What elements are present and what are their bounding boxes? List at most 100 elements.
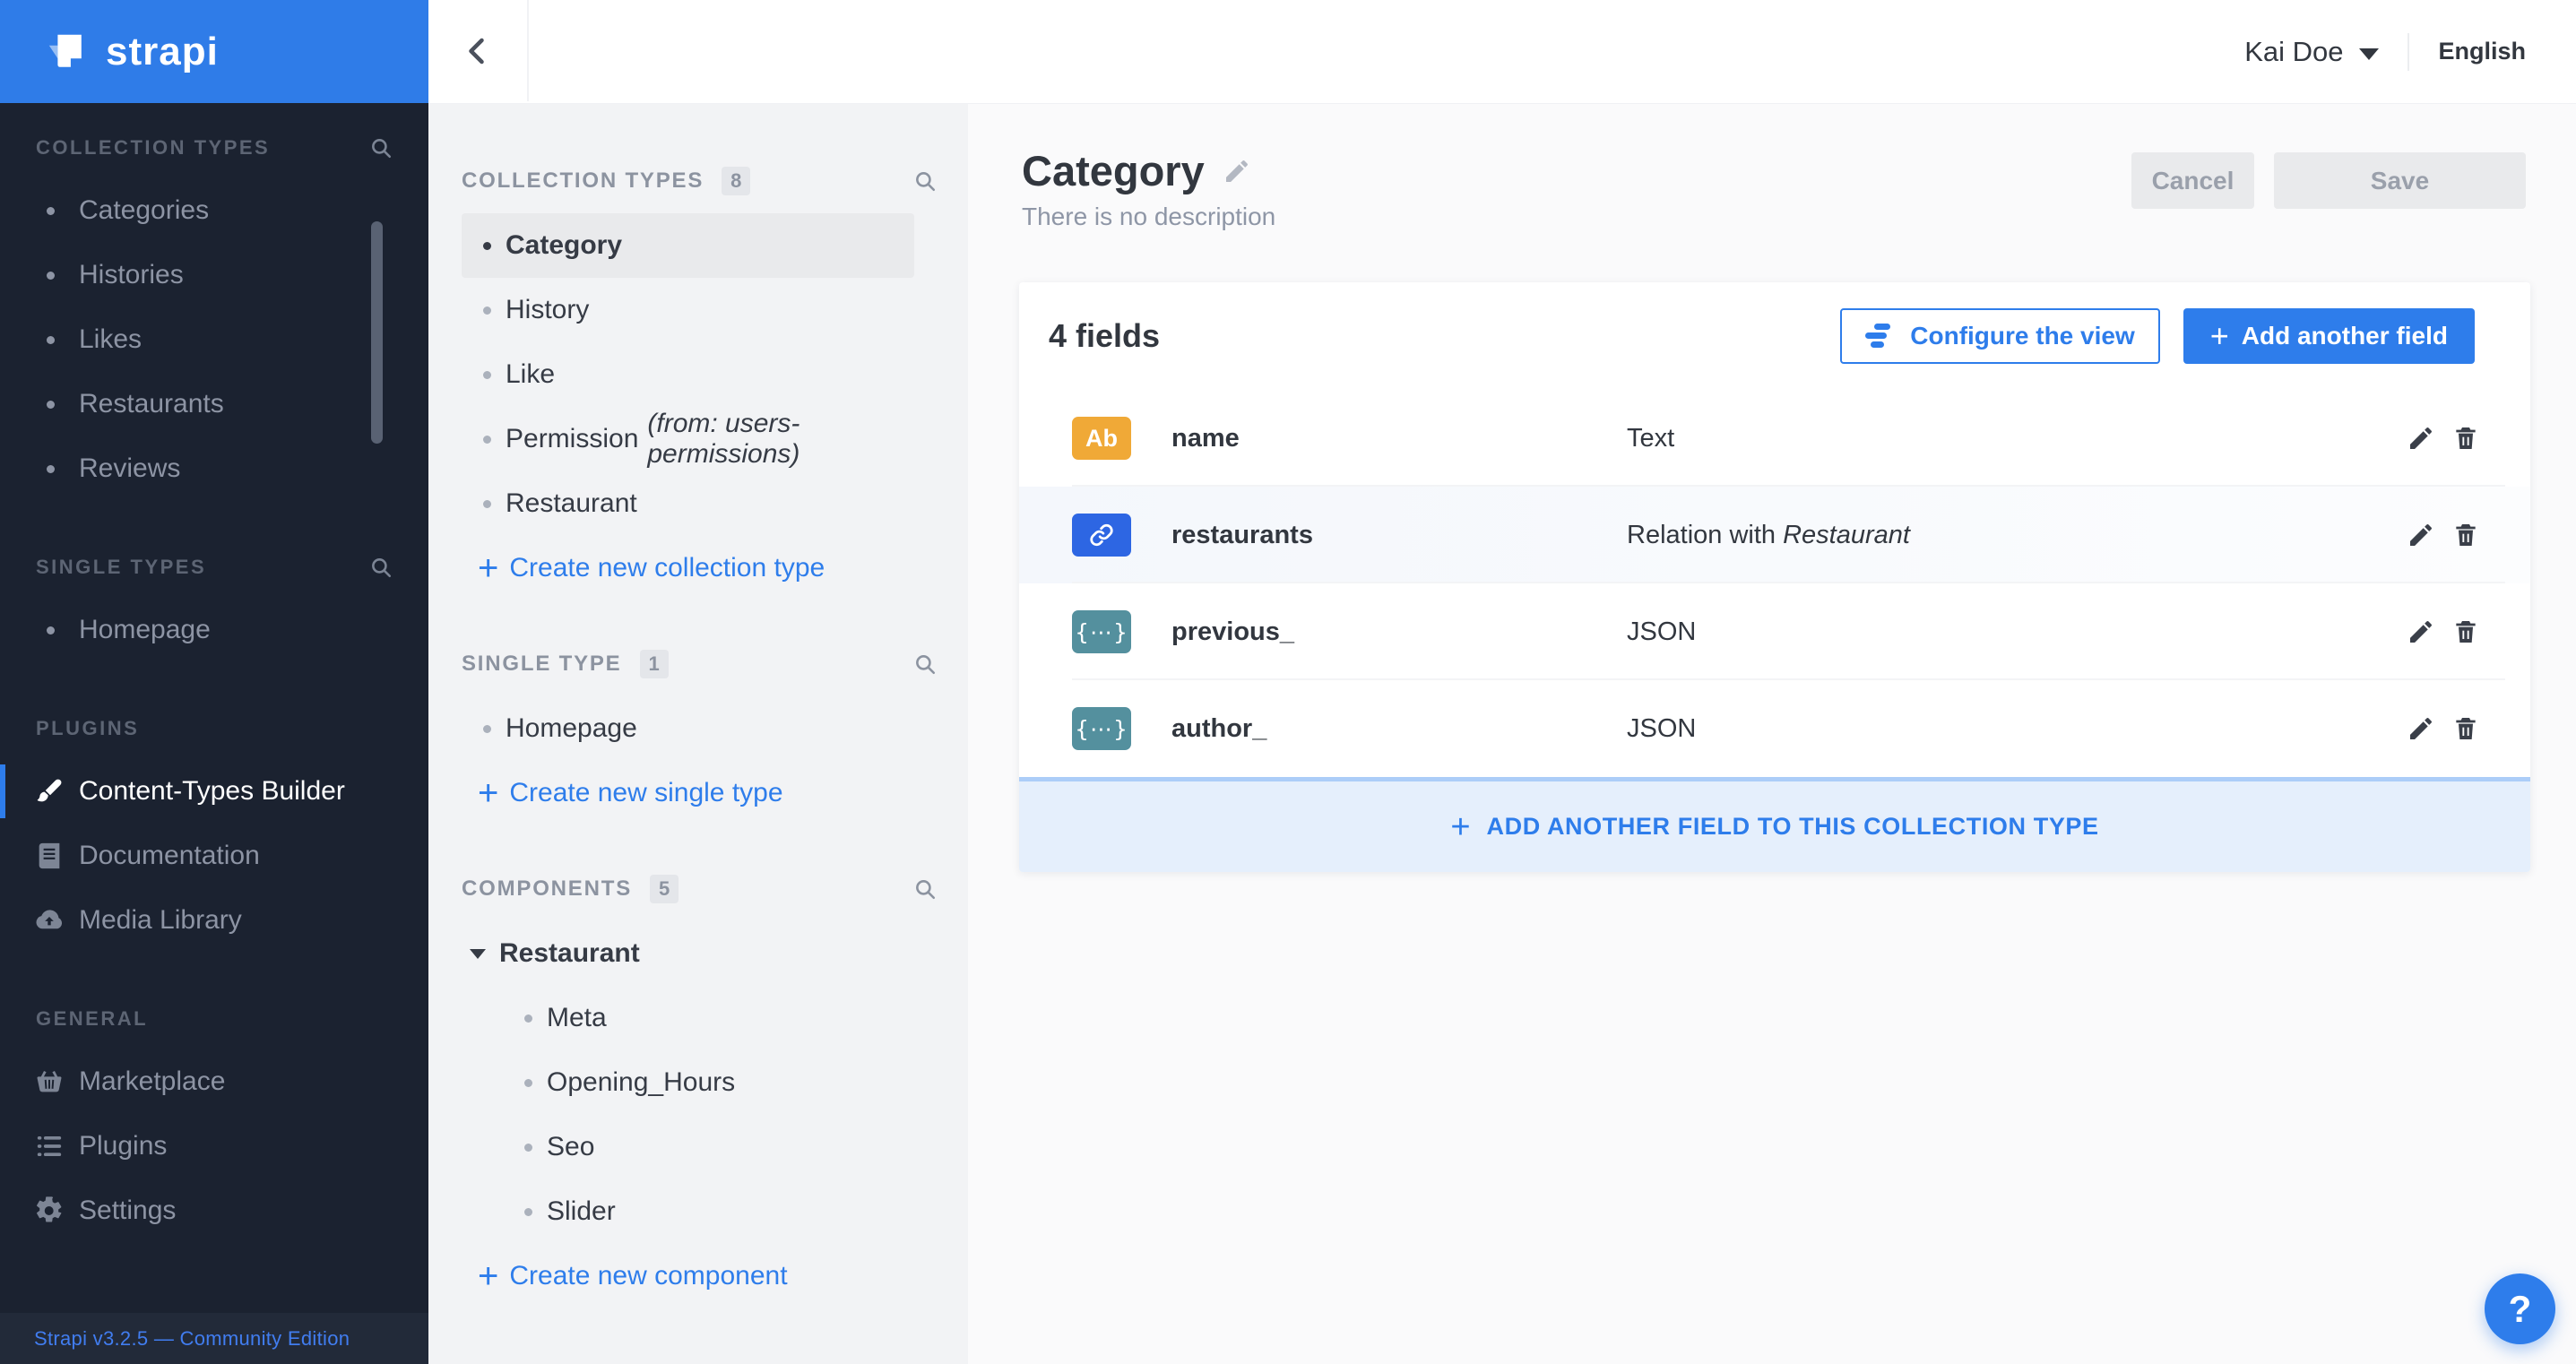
user-menu[interactable]: Kai Doe: [2244, 36, 2380, 68]
row-actions: [2407, 424, 2480, 453]
sidebar-item-label: Categories: [79, 195, 210, 225]
subnav-section-title: COMPONENTS: [462, 876, 633, 901]
action-label: Create new collection type: [509, 553, 826, 583]
subnav-item-category[interactable]: Category: [462, 213, 914, 278]
plus-icon: [478, 775, 498, 811]
sidebar-item-plugins[interactable]: Plugins: [0, 1114, 428, 1178]
edit-field-icon[interactable]: [2407, 521, 2435, 549]
sidebar-section-header-collection-types: COLLECTION TYPES: [0, 124, 428, 172]
configure-view-icon: [1865, 323, 1896, 350]
sidebar-item-categories[interactable]: Categories: [0, 178, 428, 243]
bullet-icon: [524, 1207, 532, 1216]
sidebar-item-reviews[interactable]: Reviews: [0, 436, 428, 501]
bullet-icon: [47, 271, 55, 280]
bullet-icon: [47, 335, 55, 344]
edit-title-icon[interactable]: [1223, 157, 1251, 186]
sidebar-item-label: Homepage: [79, 615, 211, 644]
topbar: Kai Doe English: [428, 0, 2576, 104]
sidebar-section-title: PLUGINS: [36, 717, 140, 739]
subnav-item-seo[interactable]: Seo: [462, 1115, 914, 1179]
search-icon[interactable]: [913, 169, 937, 193]
sidebar-section-header-general: GENERAL: [0, 995, 428, 1043]
field-type: JSON: [1627, 617, 1697, 646]
edit-field-icon[interactable]: [2407, 617, 2435, 646]
content-types-subnav: COLLECTION TYPES 8 Category History Like Perm…: [428, 103, 968, 1364]
book-icon: [34, 841, 65, 871]
sidebar-item-homepage[interactable]: Homepage: [0, 598, 428, 662]
basket-icon: [34, 1066, 65, 1097]
delete-field-icon[interactable]: [2451, 714, 2480, 743]
search-icon[interactable]: [369, 136, 393, 160]
bullet-icon: [47, 206, 55, 215]
search-icon[interactable]: [913, 652, 937, 676]
subnav-item-label: Seo: [547, 1132, 595, 1161]
locale-switcher[interactable]: English: [2438, 38, 2526, 65]
subnav-item-restaurant[interactable]: Restaurant: [462, 921, 914, 986]
save-button[interactable]: Save: [2274, 152, 2526, 209]
search-icon[interactable]: [369, 556, 393, 579]
fields-count: 4 fields: [1049, 317, 1161, 354]
action-label: Create new single type: [509, 778, 783, 807]
edit-field-icon[interactable]: [2407, 424, 2435, 453]
plus-icon: [478, 550, 498, 586]
field-name: restaurants: [1171, 520, 1313, 549]
field-type: JSON: [1627, 713, 1697, 743]
sidebar-item-documentation[interactable]: Documentation: [0, 824, 428, 888]
subnav-item-opening-hours[interactable]: Opening_Hours: [462, 1050, 914, 1115]
sidebar-item-restaurants[interactable]: Restaurants: [0, 372, 428, 436]
sidebar-item-media-library[interactable]: Media Library: [0, 888, 428, 953]
delete-field-icon[interactable]: [2451, 521, 2480, 549]
sidebar-section-items: Marketplace Plugins Settings: [0, 1049, 428, 1243]
delete-field-icon[interactable]: [2451, 617, 2480, 646]
action-label: Create new component: [509, 1261, 788, 1291]
add-field-button[interactable]: Add another field: [2183, 308, 2475, 364]
edit-field-icon[interactable]: [2407, 714, 2435, 743]
action-create-new-collection-type[interactable]: Create new collection type: [478, 536, 968, 600]
main-content: Category There is no description Cancel …: [968, 103, 2576, 1364]
sidebar-item-content-types-builder[interactable]: Content-Types Builder: [0, 759, 428, 824]
bullet-icon: [47, 464, 55, 473]
sidebar-section-items: Homepage: [0, 598, 428, 662]
sidebar-item-label: Reviews: [79, 453, 181, 483]
sidebar-item-label: Marketplace: [79, 1066, 226, 1096]
cancel-button[interactable]: Cancel: [2131, 152, 2254, 209]
subnav-item-slider[interactable]: Slider: [462, 1179, 914, 1244]
chevron-down-icon: [2359, 47, 2380, 60]
subnav-item-like[interactable]: Like: [462, 342, 914, 407]
sidebar-item-likes[interactable]: Likes: [0, 307, 428, 372]
subnav-item-permission[interactable]: Permission (from: users-permissions): [462, 407, 914, 471]
subnav-item-restaurant[interactable]: Restaurant: [462, 471, 914, 536]
sidebar-item-label: Media Library: [79, 905, 242, 935]
main-sidebar: strapi COLLECTION TYPES Categories Histori…: [0, 0, 428, 1364]
sidebar-scrollbar-thumb[interactable]: [371, 221, 383, 444]
brush-icon: [34, 776, 65, 807]
subnav-item-label: Restaurant: [506, 488, 637, 518]
version-link[interactable]: Strapi v3.2.5 — Community Edition: [0, 1313, 428, 1364]
strapi-logo[interactable]: strapi: [0, 0, 428, 103]
subnav-item-homepage[interactable]: Homepage: [462, 696, 914, 761]
configure-view-button[interactable]: Configure the view: [1840, 308, 2160, 364]
fields-header-buttons: Configure the view Add another field: [1840, 308, 2475, 364]
bullet-icon: [483, 435, 491, 444]
sidebar-item-settings[interactable]: Settings: [0, 1178, 428, 1243]
subnav-item-label: Opening_Hours: [547, 1067, 736, 1097]
search-icon[interactable]: [913, 877, 937, 901]
add-field-footer-button[interactable]: ADD ANOTHER FIELD TO THIS COLLECTION TYP…: [1019, 777, 2530, 872]
fields-card-header: 4 fields Configure the view Add another …: [1019, 282, 2530, 390]
subnav-item-label: Permission: [506, 424, 639, 453]
subnav-item-meta[interactable]: Meta: [462, 986, 914, 1050]
row-actions: [2407, 521, 2480, 549]
sidebar-item-marketplace[interactable]: Marketplace: [0, 1049, 428, 1114]
subnav-section-items: Homepage: [428, 696, 968, 761]
action-create-new-single-type[interactable]: Create new single type: [478, 761, 968, 825]
configure-view-label: Configure the view: [1910, 322, 2135, 350]
sidebar-item-histories[interactable]: Histories: [0, 243, 428, 307]
help-button[interactable]: ?: [2485, 1273, 2555, 1344]
subnav-item-label: Category: [506, 230, 623, 260]
subnav-section-title: COLLECTION TYPES: [462, 168, 705, 193]
back-button[interactable]: [428, 0, 529, 101]
field-type: Relation with Restaurant: [1627, 520, 1910, 549]
delete-field-icon[interactable]: [2451, 424, 2480, 453]
subnav-item-history[interactable]: History: [462, 278, 914, 342]
action-create-new-component[interactable]: Create new component: [478, 1244, 968, 1308]
